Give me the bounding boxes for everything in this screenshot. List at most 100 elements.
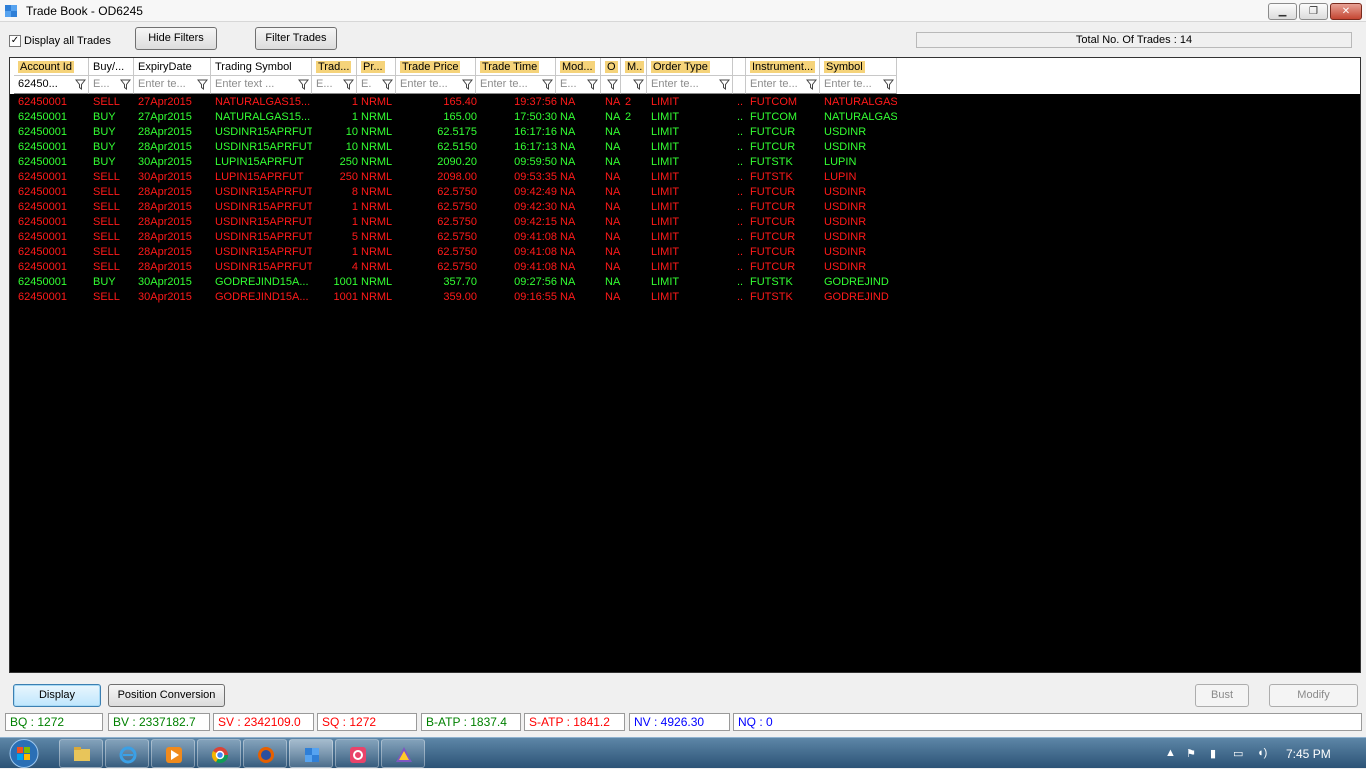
taskbar-chrome[interactable] xyxy=(197,739,241,768)
table-row[interactable]: 62450001 BUY 30Apr2015 GODREJIND15A... 1001 N… xyxy=(10,275,1360,290)
table-row[interactable]: 62450001 SELL 28Apr2015 USDINR15APRFUT 1 NRML… xyxy=(10,200,1360,215)
cell-price: 62.5750 xyxy=(437,231,477,243)
filter-funnel-icon[interactable] xyxy=(542,79,553,90)
column-header-expiry[interactable]: ExpiryDate xyxy=(134,58,211,76)
cell-mode: NA xyxy=(560,276,576,288)
table-row[interactable]: 62450001 SELL 28Apr2015 USDINR15APRFUT 4 NRML… xyxy=(10,260,1360,275)
position-conversion-button[interactable]: Position Conversion xyxy=(108,684,225,707)
cell-symbol_t: LUPIN15APRFUT xyxy=(215,171,304,183)
column-header-qty[interactable]: Trad... xyxy=(312,58,357,76)
close-button[interactable]: ✕ xyxy=(1330,3,1362,20)
column-header-side[interactable]: Buy/... xyxy=(89,58,134,76)
filter-funnel-icon[interactable] xyxy=(806,79,817,90)
filter-input-expiry[interactable]: Enter te... xyxy=(134,76,211,94)
column-header-time[interactable]: Trade Time xyxy=(476,58,556,76)
filter-funnel-icon[interactable] xyxy=(607,79,618,90)
column-header-otype[interactable]: Order Type xyxy=(647,58,733,76)
column-header-account[interactable]: Account Id xyxy=(14,58,89,76)
cell-otype: LIMIT xyxy=(651,216,680,228)
filter-input-price[interactable]: Enter te... xyxy=(396,76,476,94)
filter-funnel-icon[interactable] xyxy=(343,79,354,90)
filter-funnel-icon[interactable] xyxy=(883,79,894,90)
cell-side: SELL xyxy=(93,186,120,198)
usb-icon[interactable]: ▮ xyxy=(1210,747,1216,760)
filter-input-qty[interactable]: E... xyxy=(312,76,357,94)
filter-funnel-icon[interactable] xyxy=(462,79,473,90)
filter-funnel-icon[interactable] xyxy=(197,79,208,90)
filter-input-m[interactable] xyxy=(621,76,647,94)
filter-input-account[interactable]: 62450... xyxy=(14,76,89,94)
display-all-checkbox[interactable]: ✓ xyxy=(9,35,21,47)
filter-input-o[interactable] xyxy=(601,76,621,94)
taskbar-app-3[interactable] xyxy=(381,739,425,768)
taskbar-firefox[interactable] xyxy=(243,739,287,768)
windows-start-icon[interactable] xyxy=(3,738,45,769)
filter-input-time[interactable]: Enter te... xyxy=(476,76,556,94)
filter-funnel-icon[interactable] xyxy=(633,79,644,90)
modify-button[interactable]: Modify xyxy=(1269,684,1358,707)
filter-input-x[interactable] xyxy=(733,76,746,94)
cell-symbol_t: USDINR15APRFUT xyxy=(215,141,312,153)
table-row[interactable]: 62450001 BUY 28Apr2015 USDINR15APRFUT 10 NRML… xyxy=(10,125,1360,140)
display-button[interactable]: Display xyxy=(13,684,101,707)
table-row[interactable]: 62450001 SELL 28Apr2015 USDINR15APRFUT 5 NRML… xyxy=(10,230,1360,245)
cell-mode: NA xyxy=(560,171,576,183)
filter-funnel-icon[interactable] xyxy=(587,79,598,90)
cell-x: .. xyxy=(737,231,744,243)
cell-o: NA xyxy=(605,276,621,288)
column-header-m[interactable]: M.. xyxy=(621,58,647,76)
column-header-price[interactable]: Trade Price xyxy=(396,58,476,76)
trade-grid[interactable]: Account Id 62450... Buy/... E... ExpiryDate E… xyxy=(9,57,1361,673)
volume-icon[interactable]: ◖) xyxy=(1257,747,1267,759)
column-header-symbol_t[interactable]: Trading Symbol xyxy=(211,58,312,76)
restore-button[interactable]: ❐ xyxy=(1299,3,1328,20)
filter-input-otype[interactable]: Enter te... xyxy=(647,76,733,94)
table-row[interactable]: 62450001 SELL 30Apr2015 GODREJIND15A... 1001… xyxy=(10,290,1360,305)
table-row[interactable]: 62450001 SELL 27Apr2015 NATURALGAS15... 1 NRM… xyxy=(10,95,1360,110)
taskbar-app-2[interactable] xyxy=(335,739,379,768)
action-center-icon[interactable]: ⚑ xyxy=(1186,747,1196,760)
filter-trades-button[interactable]: Filter Trades xyxy=(255,27,337,50)
column-header-mode[interactable]: Mod... xyxy=(556,58,601,76)
taskbar-ie[interactable] xyxy=(105,739,149,768)
cell-expiry: 28Apr2015 xyxy=(138,201,192,213)
filter-input-symbol_t[interactable]: Enter text ... xyxy=(211,76,312,94)
filter-input-mode[interactable]: E... xyxy=(556,76,601,94)
filter-funnel-icon[interactable] xyxy=(120,79,131,90)
filter-funnel-icon[interactable] xyxy=(75,79,86,90)
table-row[interactable]: 62450001 BUY 28Apr2015 USDINR15APRFUT 10 NRML… xyxy=(10,140,1360,155)
cell-side: SELL xyxy=(93,246,120,258)
show-hidden-icons-icon[interactable]: ▲ xyxy=(1165,747,1176,759)
filter-input-inst[interactable]: Enter te... xyxy=(746,76,820,94)
minimize-button[interactable]: ▁ xyxy=(1268,3,1297,20)
filter-input-side[interactable]: E... xyxy=(89,76,134,94)
filter-input-sym[interactable]: Enter te... xyxy=(820,76,897,94)
taskbar-clock[interactable]: 7:45 PM xyxy=(1286,747,1331,761)
table-row[interactable]: 62450001 SELL 28Apr2015 USDINR15APRFUT 8 NRML… xyxy=(10,185,1360,200)
column-header-x[interactable] xyxy=(733,58,746,76)
column-header-inst[interactable]: Instrument... xyxy=(746,58,820,76)
taskbar-media-player[interactable] xyxy=(151,739,195,768)
filter-funnel-icon[interactable] xyxy=(719,79,730,90)
hide-filters-button[interactable]: Hide Filters xyxy=(135,27,217,50)
trading-app-icon xyxy=(305,748,319,762)
bust-button[interactable]: Bust xyxy=(1195,684,1249,707)
filter-funnel-icon[interactable] xyxy=(298,79,309,90)
table-row[interactable]: 62450001 SELL 28Apr2015 USDINR15APRFUT 1 NRML… xyxy=(10,215,1360,230)
table-row[interactable]: 62450001 SELL 30Apr2015 LUPIN15APRFUT 250 NRM… xyxy=(10,170,1360,185)
cell-otype: LIMIT xyxy=(651,171,680,183)
table-row[interactable]: 62450001 SELL 28Apr2015 USDINR15APRFUT 1 NRML… xyxy=(10,245,1360,260)
column-header-sym[interactable]: Symbol xyxy=(820,58,897,76)
cell-qty: 1001 xyxy=(333,291,358,303)
cell-expiry: 28Apr2015 xyxy=(138,126,192,138)
table-row[interactable]: 62450001 BUY 30Apr2015 LUPIN15APRFUT 250 NRML… xyxy=(10,155,1360,170)
column-header-prod[interactable]: Pr... xyxy=(357,58,396,76)
table-row[interactable]: 62450001 BUY 27Apr2015 NATURALGAS15... 1 NRML… xyxy=(10,110,1360,125)
taskbar-trading-app[interactable] xyxy=(289,739,333,768)
filter-input-prod[interactable]: E. xyxy=(357,76,396,94)
cell-o: NA xyxy=(605,96,621,108)
network-icon[interactable]: ▭ xyxy=(1233,747,1243,760)
taskbar-explorer[interactable] xyxy=(59,739,103,768)
filter-funnel-icon[interactable] xyxy=(382,79,393,90)
column-header-o[interactable]: O xyxy=(601,58,621,76)
